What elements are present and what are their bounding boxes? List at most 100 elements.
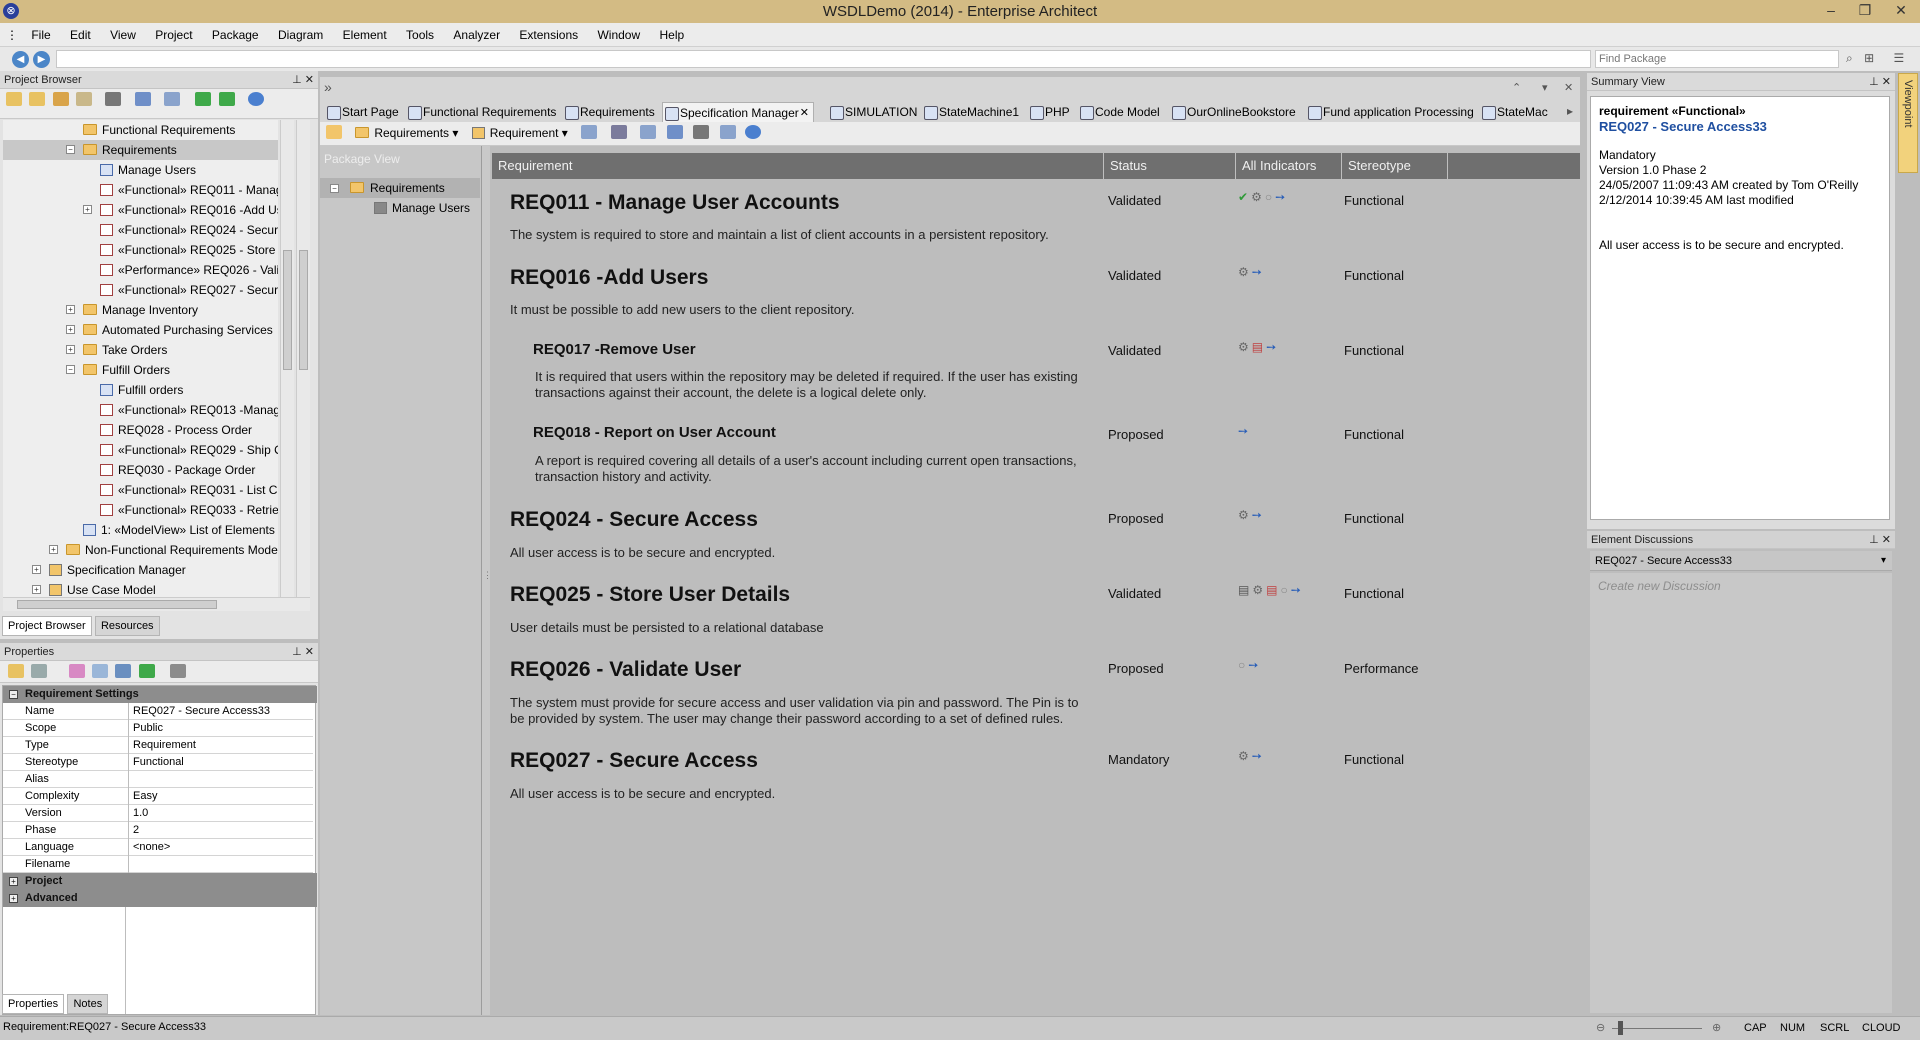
- tree-item-req027[interactable]: «Functional» REQ027 - Secure: [100, 280, 278, 300]
- create-discussion-input[interactable]: Create new Discussion: [1590, 573, 1892, 599]
- hierarchy-icon[interactable]: [610, 125, 627, 139]
- req-description[interactable]: User details must be persisted to a rela…: [510, 620, 1090, 636]
- restore-button[interactable]: ❐: [1848, 0, 1882, 23]
- property-value[interactable]: <none>: [133, 839, 170, 855]
- scroll-thumb[interactable]: [283, 250, 292, 370]
- tree-item-req011[interactable]: «Functional» REQ011 - Manag: [100, 180, 278, 200]
- property-value[interactable]: Functional: [133, 754, 184, 770]
- tree-item-functional-requirements[interactable]: Functional Requirements: [83, 120, 235, 140]
- double-chevron-icon[interactable]: »: [324, 79, 332, 95]
- collapse-icon[interactable]: −: [66, 365, 75, 374]
- help-icon[interactable]: [745, 125, 762, 139]
- search-icon[interactable]: ⌕: [1846, 51, 1853, 65]
- property-row-alias[interactable]: Alias: [3, 771, 313, 788]
- zoom-slider[interactable]: [1612, 1028, 1702, 1029]
- properties-icon[interactable]: [134, 92, 151, 106]
- menu-edit[interactable]: Edit: [62, 23, 99, 47]
- req-status[interactable]: Proposed: [1108, 661, 1164, 676]
- req-status[interactable]: Validated: [1108, 268, 1161, 283]
- req-status[interactable]: Proposed: [1108, 427, 1164, 442]
- package-view-child[interactable]: Manage Users: [374, 198, 470, 218]
- tab-statemac[interactable]: StateMac: [1480, 102, 1548, 122]
- section-project[interactable]: + Project: [3, 873, 317, 890]
- tree-outer-scrollbar[interactable]: [296, 120, 310, 597]
- dropdown-icon[interactable]: ▾: [1542, 81, 1548, 94]
- tab-code-model[interactable]: Code Model: [1078, 102, 1160, 122]
- tab-project-browser[interactable]: Project Browser: [2, 616, 92, 636]
- categorized-icon[interactable]: [8, 664, 24, 678]
- menu-view[interactable]: View: [102, 23, 144, 47]
- up-arrow-icon[interactable]: [138, 664, 155, 678]
- package-view-root[interactable]: − Requirements: [320, 178, 480, 198]
- property-row-language[interactable]: Language <none>: [3, 839, 313, 856]
- zoom-out-icon[interactable]: ⊖: [1596, 1021, 1605, 1034]
- property-row-phase[interactable]: Phase 2: [3, 822, 313, 839]
- binoculars-icon[interactable]: [105, 92, 122, 106]
- viewpoint-side-tab[interactable]: Viewpoint: [1898, 73, 1918, 173]
- back-arrow-icon[interactable]: ◀: [12, 51, 29, 68]
- filter-icon[interactable]: ⊞: [1864, 51, 1874, 65]
- tree-item-fulfill-orders[interactable]: − Fulfill Orders: [66, 360, 170, 380]
- element-icon[interactable]: [115, 664, 132, 678]
- tab-php[interactable]: PHP: [1028, 102, 1070, 122]
- section-advanced[interactable]: + Advanced: [3, 890, 317, 907]
- tree-item-req033[interactable]: «Functional» REQ033 - Retriev: [100, 500, 278, 520]
- expand-icon[interactable]: +: [66, 325, 75, 334]
- property-value[interactable]: 1.0: [133, 805, 148, 821]
- splitter[interactable]: ⋮: [482, 146, 492, 1015]
- tree-item-req016[interactable]: + «Functional» REQ016 -Add Us: [83, 200, 278, 220]
- expand-icon[interactable]: +: [32, 585, 41, 594]
- req-description[interactable]: It is required that users within the rep…: [535, 369, 1095, 401]
- element-type-selector[interactable]: Requirement ▾: [471, 122, 568, 144]
- req-title[interactable]: REQ016 -Add Users: [510, 266, 708, 290]
- tab-notes[interactable]: Notes: [67, 994, 109, 1014]
- collapse-icon[interactable]: −: [330, 184, 339, 193]
- pin-close-icon[interactable]: ⊥ ✕: [1869, 73, 1891, 91]
- property-value[interactable]: REQ027 - Secure Access33: [133, 703, 270, 719]
- tree-item-req029[interactable]: «Functional» REQ029 - Ship O: [100, 440, 278, 460]
- column-header-indicators[interactable]: All Indicators: [1236, 153, 1342, 179]
- req-status[interactable]: Proposed: [1108, 511, 1164, 526]
- collapse-up-icon[interactable]: ⌃: [1512, 81, 1521, 94]
- add-diagram-icon[interactable]: [76, 92, 93, 106]
- tab-requirements[interactable]: Requirements: [563, 102, 655, 122]
- tab-fund-application[interactable]: Fund application Processing: [1306, 102, 1474, 122]
- tab-scroll-right-icon[interactable]: ▸: [1567, 104, 1573, 118]
- req-stereotype[interactable]: Functional: [1344, 193, 1404, 208]
- tree-item-manage-inventory[interactable]: + Manage Inventory: [66, 300, 198, 320]
- req-description[interactable]: The system must provide for secure acces…: [510, 695, 1090, 727]
- req-title[interactable]: REQ025 - Store User Details: [510, 583, 790, 607]
- req-status[interactable]: Validated: [1108, 193, 1161, 208]
- sort-alpha-icon[interactable]: [31, 664, 48, 678]
- expand-icon[interactable]: +: [49, 545, 58, 554]
- find-package-input[interactable]: Find Package: [1595, 50, 1839, 68]
- tag-icon[interactable]: [68, 664, 85, 678]
- pin-close-icon[interactable]: ⊥ ✕: [292, 71, 314, 89]
- dropdown-icon[interactable]: ▾: [1881, 551, 1886, 571]
- move-up-icon[interactable]: [195, 92, 212, 106]
- req-stereotype[interactable]: Functional: [1344, 586, 1404, 601]
- tree-item-take-orders[interactable]: + Take Orders: [66, 340, 167, 360]
- view-mode-icon[interactable]: [581, 125, 598, 139]
- req-title[interactable]: REQ027 - Secure Access: [510, 749, 758, 773]
- tree-item-fulfill-orders-diagram[interactable]: Fulfill orders: [100, 380, 183, 400]
- menu-project[interactable]: Project: [147, 23, 200, 47]
- h-scroll-thumb[interactable]: [17, 600, 217, 609]
- req-description[interactable]: All user access is to be secure and encr…: [510, 545, 1090, 561]
- tree-item-manage-users[interactable]: Manage Users: [100, 160, 196, 180]
- req-status[interactable]: Validated: [1108, 343, 1161, 358]
- menu-file[interactable]: File: [23, 23, 58, 47]
- menu-tools[interactable]: Tools: [398, 23, 442, 47]
- property-row-complexity[interactable]: Complexity Easy: [3, 788, 313, 805]
- expand-icon[interactable]: +: [9, 894, 18, 903]
- tree-item-req024[interactable]: «Functional» REQ024 - Secure: [100, 220, 278, 240]
- property-row-name[interactable]: Name REQ027 - Secure Access33: [3, 703, 313, 720]
- tree-item-req030[interactable]: REQ030 - Package Order: [100, 460, 255, 480]
- glasses-icon[interactable]: [170, 664, 187, 678]
- req-title[interactable]: REQ018 - Report on User Account: [533, 424, 776, 441]
- expand-icon[interactable]: +: [66, 305, 75, 314]
- tree-item-req026[interactable]: «Performance» REQ026 - Valic: [100, 260, 278, 280]
- req-title[interactable]: REQ024 - Secure Access: [510, 508, 758, 532]
- close-doc-icon[interactable]: ✕: [1564, 81, 1573, 94]
- forward-arrow-icon[interactable]: ▶: [33, 51, 50, 68]
